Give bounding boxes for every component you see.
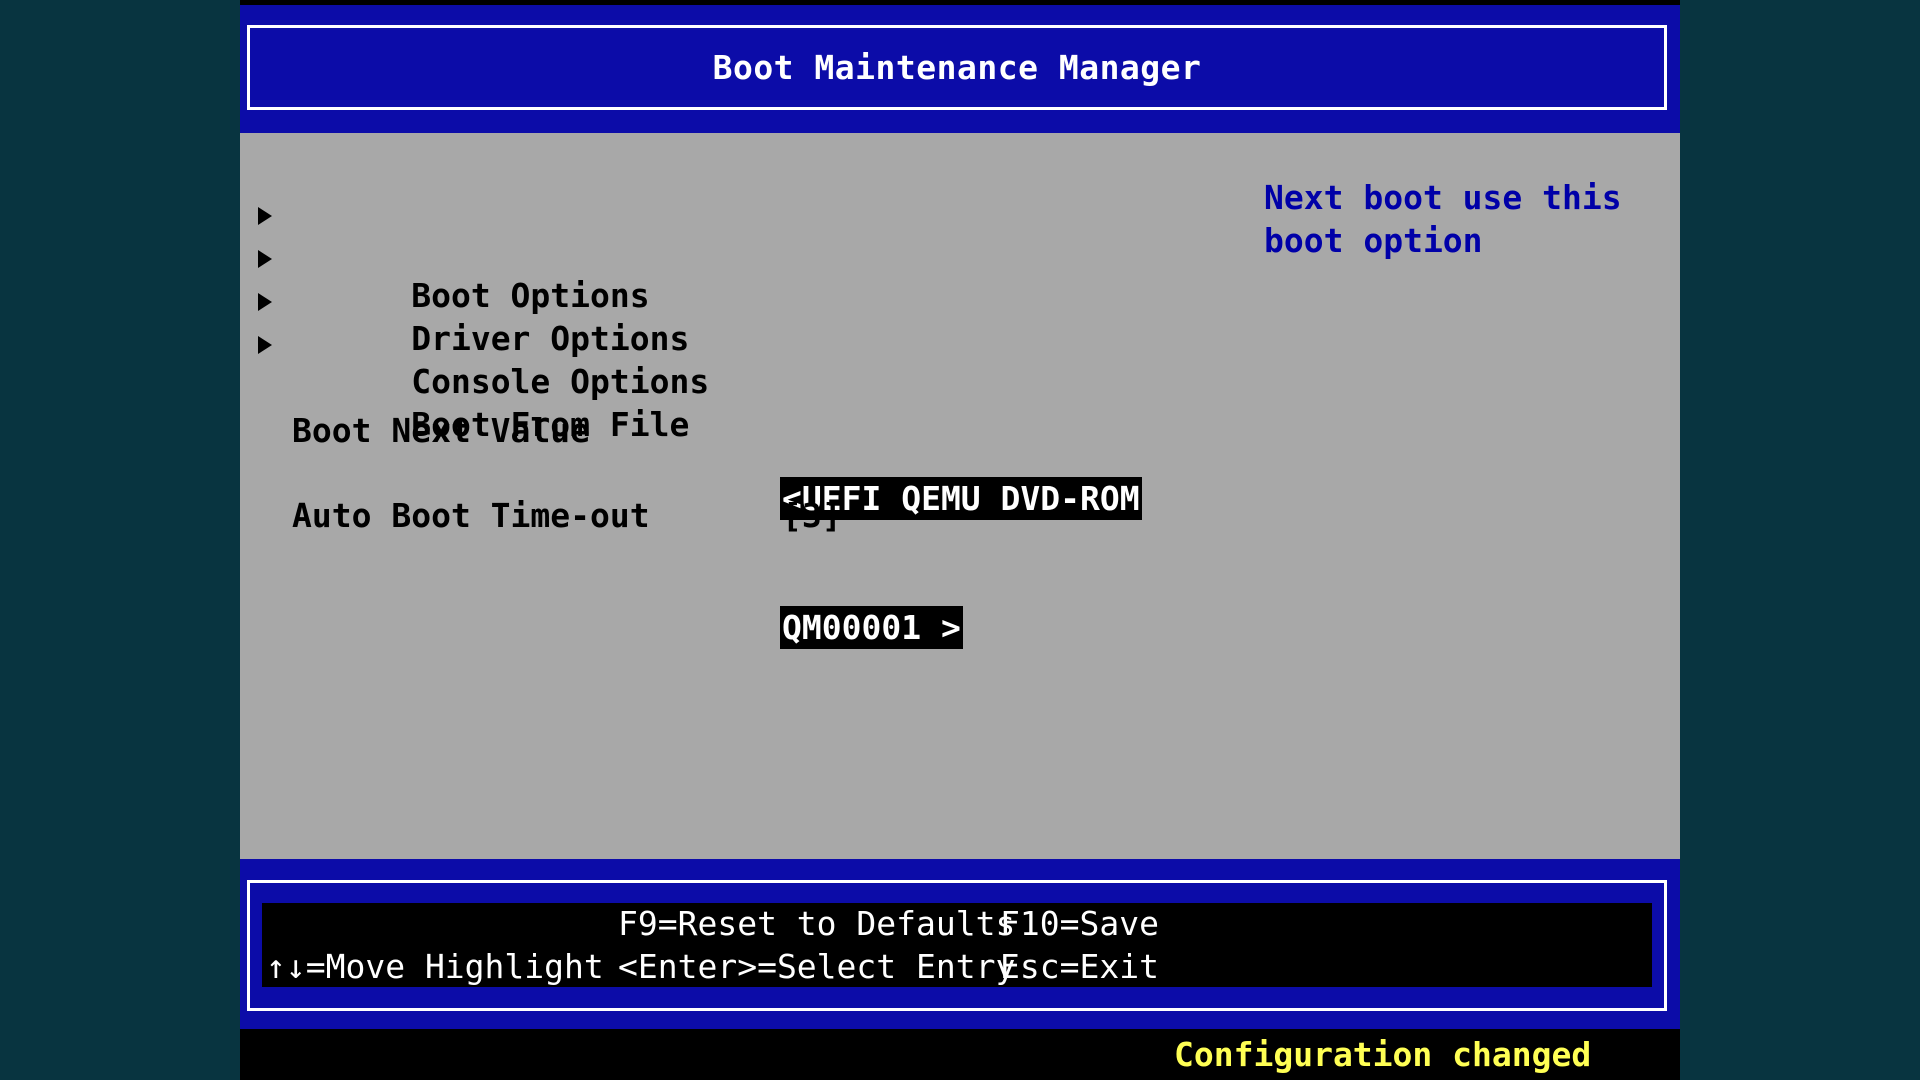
main-panel: Boot Options Driver Options Console Opti… <box>240 133 1680 859</box>
hint-select-entry: <Enter>=Select Entry <box>618 947 1016 986</box>
menu-item-boot-options[interactable]: Boot Options <box>258 196 650 315</box>
status-bar: Configuration changed <box>240 1029 1680 1080</box>
key-hints: ↑↓=Move Highlight F9=Reset to Defaults <… <box>262 903 1652 987</box>
triangle-right-icon <box>258 250 272 268</box>
menu-item-label: Console Options <box>411 362 710 401</box>
boot-next-selector[interactable]: <UEFI QEMU DVD-ROM QM00001 > <box>780 391 1142 735</box>
triangle-right-icon <box>258 207 272 225</box>
menu-item-boot-from-file[interactable]: Boot From File <box>258 325 689 444</box>
header-frame: Boot Maintenance Manager <box>247 25 1667 110</box>
boot-next-label: Boot Next Value <box>292 411 591 450</box>
hint-move-highlight: ↑↓=Move Highlight <box>266 947 604 986</box>
boot-next-value-line2: QM00001 > <box>780 606 963 649</box>
hint-exit: Esc=Exit <box>1000 947 1159 986</box>
footer-bar: ↑↓=Move Highlight F9=Reset to Defaults <… <box>240 859 1680 1029</box>
menu-item-driver-options[interactable]: Driver Options <box>258 239 689 358</box>
hint-save: F10=Save <box>1000 904 1159 943</box>
triangle-right-icon <box>258 293 272 311</box>
triangle-right-icon <box>258 336 272 354</box>
footer-frame: ↑↓=Move Highlight F9=Reset to Defaults <… <box>247 880 1667 1011</box>
auto-boot-timeout-label: Auto Boot Time-out <box>292 496 650 535</box>
help-text: Next boot use this boot option <box>1264 178 1622 260</box>
bios-screen: Boot Maintenance Manager Boot Options Dr… <box>240 0 1680 1080</box>
page-title: Boot Maintenance Manager <box>712 48 1202 87</box>
auto-boot-timeout-value[interactable]: [3] <box>782 496 842 536</box>
menu-item-console-options[interactable]: Console Options <box>258 282 709 401</box>
hint-reset-defaults: F9=Reset to Defaults <box>618 904 1016 943</box>
header-bar: Boot Maintenance Manager <box>240 5 1680 133</box>
status-message: Configuration changed <box>1174 1035 1592 1074</box>
